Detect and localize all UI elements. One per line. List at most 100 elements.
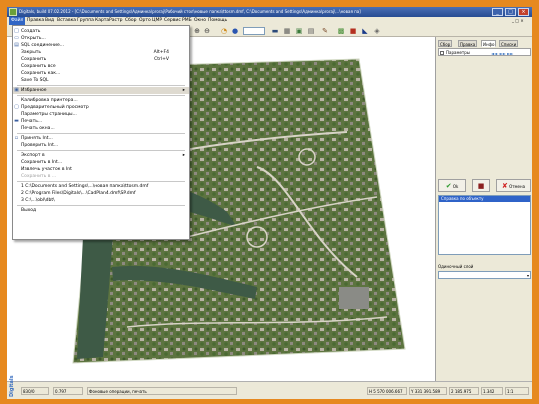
file-menu-item[interactable]: 1 C:\Documents and Settings\...\новая па… <box>13 183 189 190</box>
tab-collect[interactable]: Сбор <box>438 40 453 47</box>
menu-separator <box>17 150 185 151</box>
info-icon[interactable]: ● <box>231 27 239 35</box>
tab-edit[interactable]: Правка <box>458 40 478 47</box>
close-button[interactable]: × <box>518 8 529 16</box>
menu-raster[interactable]: Растр <box>109 18 122 23</box>
file-menu-item-label: Проверить Int... <box>21 143 59 148</box>
sql-icon: ▤ <box>14 42 19 48</box>
menu-group[interactable]: Группа <box>77 18 94 23</box>
file-menu-item-label: 1 C:\Documents and Settings\...\новая па… <box>21 184 149 189</box>
menu-file[interactable]: Файл <box>9 17 26 25</box>
red-map-icon[interactable]: ■ <box>349 27 357 35</box>
zoom-in-icon[interactable]: ⊕ <box>193 27 201 35</box>
file-menu-item[interactable]: Выход <box>13 207 189 214</box>
check-icon: ✔ <box>445 182 452 190</box>
file-menu-item[interactable]: Извлечь участок в Int <box>13 166 189 173</box>
submenu-arrow-icon: ▸ <box>182 88 185 93</box>
dark-curve-icon[interactable]: ◣ <box>361 27 369 35</box>
menu-help[interactable]: Помощь <box>208 18 227 23</box>
status-scale: 1.342 <box>481 387 503 395</box>
object-info-header: Справка по объекту <box>439 196 530 202</box>
file-menu-item[interactable]: Сохранить Ctrl+V <box>13 56 189 63</box>
tools-icon[interactable]: ✎ <box>321 27 329 35</box>
file-menu-item-label: Извлечь участок в Int <box>21 167 72 172</box>
tab-info[interactable]: Инфо <box>481 40 497 47</box>
menu-separator <box>17 181 185 182</box>
title-bar[interactable]: Digitals, build 07.02.2012 - [C:\Documen… <box>7 7 532 17</box>
file-menu-item[interactable]: Печать окна... <box>13 125 189 132</box>
file-menu-item-label: Параметры страницы... <box>21 112 77 117</box>
file-menu-item[interactable]: ▢ Предварительный просмотр <box>13 104 189 111</box>
file-menu-item[interactable]: □ Создать <box>13 28 189 35</box>
menu-ortho[interactable]: Орто <box>139 18 151 23</box>
file-menu-item-label: SQL соединение... <box>21 43 65 48</box>
export-icon[interactable]: ◈ <box>373 27 381 35</box>
file-menu-dropdown: □ Создать ▭ Открыть... ▤ SQL соединение... Зак… <box>12 25 190 240</box>
file-menu-item[interactable]: ▬ Печать... <box>13 118 189 125</box>
menu-view[interactable]: Вид <box>45 18 54 23</box>
file-menu-item[interactable]: Экспорт в ▸ <box>13 152 189 159</box>
pan-icon[interactable]: ◔ <box>220 27 228 35</box>
file-menu-item[interactable]: ▭ Открыть... <box>13 35 189 42</box>
file-menu-item[interactable]: 3 C:\...\obl\dbt\ <box>13 197 189 204</box>
file-menu-item-label: Калибровка принтера... <box>21 98 78 103</box>
menu-edit[interactable]: Правка <box>27 18 44 23</box>
file-menu-item[interactable]: Сохранить все <box>13 63 189 70</box>
file-menu-item[interactable]: Сохранить в Int... <box>13 159 189 166</box>
new-doc-icon: □ <box>14 28 19 34</box>
red-square-icon: ■ <box>477 182 485 190</box>
object-info-list[interactable]: Справка по объекту <box>438 195 531 255</box>
parameters-label: Параметры <box>446 50 470 55</box>
status-coord-h: H 5 570 006.667 <box>367 387 407 395</box>
raster-icon[interactable]: ▩ <box>337 27 345 35</box>
layers-icon[interactable]: ▬ <box>271 27 279 35</box>
file-menu-item[interactable]: ▣ Избранное ▸ <box>13 87 189 94</box>
cross-icon: ✘ <box>501 182 508 190</box>
print-icon: ▬ <box>14 118 19 124</box>
menu-rmb[interactable]: РМБ <box>182 18 192 23</box>
status-elevation: 2 185.975 <box>449 387 479 395</box>
tab-lists[interactable]: Списки <box>499 40 519 47</box>
mdi-controls[interactable]: _ □ × <box>512 18 524 23</box>
file-menu-item[interactable]: 2 C:\Program Files\Digitals\...\CadPlan4… <box>13 190 189 197</box>
menu-service[interactable]: Сервис <box>164 18 181 23</box>
file-menu-item[interactable]: Save To SQL <box>13 77 189 84</box>
grid-icon[interactable]: ▦ <box>283 27 291 35</box>
menu-map[interactable]: Карта <box>95 18 109 23</box>
menu-dem[interactable]: ЦМР <box>152 18 162 23</box>
file-menu-item[interactable]: Проверить Int... <box>13 142 189 149</box>
layer-select[interactable]: ▾ <box>438 271 531 279</box>
ok-label: Ok <box>452 184 459 189</box>
cancel-label: Отмена <box>509 184 526 189</box>
menu-window[interactable]: Окно <box>194 18 206 23</box>
file-menu-item-label: Создать <box>21 29 41 34</box>
table-icon[interactable]: ▤ <box>307 27 315 35</box>
file-menu-item[interactable]: Закрыть Alt+F4 <box>13 49 189 56</box>
image-icon[interactable]: ▣ <box>295 27 303 35</box>
parameters-checkbox[interactable] <box>440 51 444 55</box>
ok-button[interactable]: ✔ Ok <box>438 179 466 192</box>
scale-input[interactable] <box>243 27 265 35</box>
file-menu-item[interactable]: Сохранить как... <box>13 70 189 77</box>
apply-button[interactable]: ■ <box>472 179 490 192</box>
file-menu-item[interactable]: ▫ Принять Int... <box>13 135 189 142</box>
menu-insert[interactable]: Вставка <box>57 18 76 23</box>
chevron-down-icon: ▾ <box>526 273 529 278</box>
zoom-out-icon[interactable]: ⊖ <box>203 27 211 35</box>
attribute-area <box>438 57 531 175</box>
cancel-button[interactable]: ✘ Отмена <box>496 179 531 192</box>
file-menu-item[interactable]: Калибровка принтера... <box>13 97 189 104</box>
menu-separator <box>17 133 185 134</box>
minimize-button[interactable]: _ <box>492 8 503 16</box>
file-menu-item-shortcut: Ctrl+V <box>154 57 169 62</box>
window-title: Digitals, build 07.02.2012 - [C:\Documen… <box>19 9 361 14</box>
file-menu-item-label: Save To SQL <box>21 78 49 83</box>
status-message: Фоновые операции, печать <box>87 387 237 395</box>
maximize-button[interactable]: □ <box>505 8 516 16</box>
file-menu-item[interactable]: ▤ SQL соединение... <box>13 42 189 49</box>
menu-collect[interactable]: Сбор <box>125 18 137 23</box>
file-menu-item-label: Сохранить как... <box>21 71 61 76</box>
status-counter: 830/0 <box>21 387 49 395</box>
digitals-logo: Digitals <box>9 375 15 397</box>
file-menu-item[interactable]: Параметры страницы... <box>13 111 189 118</box>
